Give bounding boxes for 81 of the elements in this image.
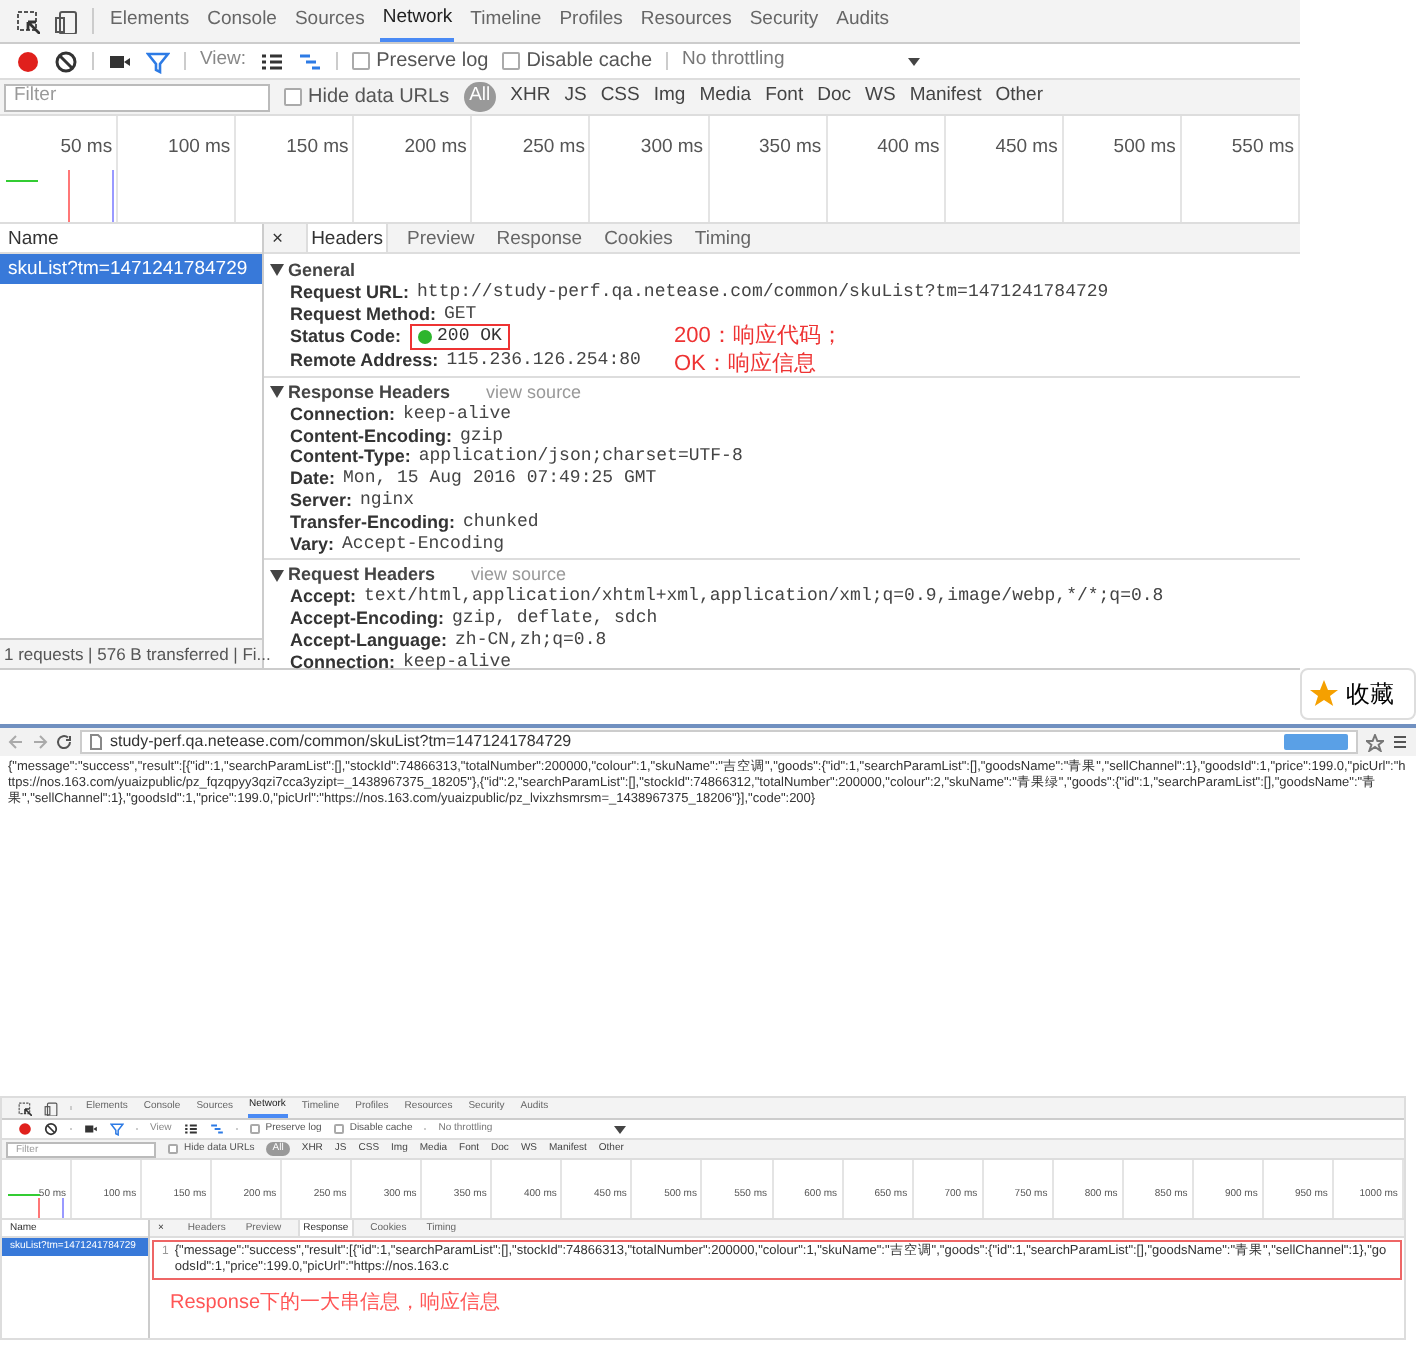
header-value: keep-alive (403, 651, 512, 673)
header-name: Accept: (290, 586, 357, 608)
header-name: Connection: (290, 651, 395, 673)
view-label: View: (200, 46, 247, 75)
header-value: keep-alive (403, 403, 512, 426)
timeline-tick: 550 ms (1231, 136, 1295, 158)
header-name: Accept-Encoding: (290, 607, 445, 630)
detail-tab[interactable]: Response (492, 224, 587, 252)
header-name: Date: (290, 468, 336, 490)
header-name: Vary: (290, 533, 335, 555)
filter-input[interactable]: Filter (4, 83, 270, 111)
header-value: gzip (459, 425, 504, 447)
panel-tab[interactable]: Elements (108, 0, 192, 42)
panel-tab[interactable]: Network (380, 0, 455, 42)
type-filter[interactable]: Font (765, 82, 804, 112)
header-name: Request Method: (290, 303, 436, 325)
timeline-tick: 450 ms (995, 136, 1058, 158)
checkbox-label[interactable]: Disable cache (526, 46, 653, 76)
panel-tab[interactable]: Console (205, 0, 279, 42)
panel-tab[interactable]: Timeline (468, 0, 544, 42)
header-name: Request URL: (290, 281, 410, 304)
type-filter[interactable]: WS (865, 82, 896, 112)
header-value: 200 OK (437, 326, 502, 349)
detail-tab[interactable]: Cookies (600, 224, 677, 252)
header-value: Mon, 15 Aug 2016 07:49:25 GMT (343, 468, 657, 490)
panel-tab[interactable]: Audits (834, 0, 892, 42)
timeline-tick: 300 ms (640, 136, 704, 158)
annotation-text: Response下的一大串信息，响应信息 (170, 1289, 503, 1318)
favorite-button[interactable]: 收藏 (1300, 668, 1416, 720)
timeline-tick: 100 ms (168, 136, 231, 158)
timeline-tick: 150 ms (286, 136, 349, 158)
header-value: 115.236.126.254:80 (446, 350, 641, 372)
type-filter[interactable]: XHR (510, 82, 551, 112)
panel-tab[interactable]: Security (747, 0, 821, 42)
checkbox-label[interactable]: Hide data URLs (308, 82, 450, 112)
detail-tab[interactable]: Timing (690, 224, 756, 252)
header-name: Remote Address: (290, 350, 439, 372)
header-name: Content-Type: (290, 446, 411, 469)
type-filter[interactable]: Img (653, 82, 686, 112)
checkbox-label[interactable]: Preserve log (376, 46, 489, 76)
header-name: Status Code: (290, 326, 402, 349)
header-value: GET (444, 303, 477, 325)
address-bar[interactable]: study-perf.qa.netease.com/common/skuList?tm=1471241784729 (80, 730, 1358, 754)
header-name: Accept-Language: (290, 629, 448, 652)
panel-tab[interactable]: Resources (638, 0, 734, 42)
section-toggle[interactable]: Response Headers (270, 381, 451, 404)
header-value: text/html,application/xhtml+xml,application/xml;q=0.9,image/webp,*/*;q=0.8 (364, 586, 1164, 608)
annotation-text: OK：响应信息 (674, 350, 818, 378)
type-filter[interactable]: Manifest (909, 82, 982, 112)
header-name: Content-Encoding: (290, 425, 452, 447)
header-value: Accept-Encoding (342, 533, 505, 555)
timeline-tick: 200 ms (404, 136, 467, 158)
panel-tab[interactable]: Profiles (557, 0, 625, 42)
type-filter[interactable]: JS (564, 82, 587, 112)
header-name: Transfer-Encoding: (290, 511, 456, 534)
annotation-text: 200：响应代码； (674, 322, 843, 350)
timeline-tick: 500 ms (1113, 136, 1176, 158)
timeline-tick: 50 ms (60, 136, 113, 158)
close-button[interactable]: × (264, 223, 292, 253)
detail-tab[interactable]: Preview (402, 224, 479, 252)
type-filter[interactable]: Media (699, 82, 752, 112)
throttling-dropdown[interactable]: No throttling (682, 46, 923, 76)
detail-tab[interactable]: Headers (305, 224, 389, 252)
timeline-tick: 400 ms (877, 136, 940, 158)
header-value: gzip, deflate, sdch (452, 607, 658, 630)
request-row[interactable]: skuList?tm=1471241784729 (0, 254, 262, 284)
section-toggle[interactable]: General (270, 260, 356, 282)
timeline-tick: 250 ms (522, 136, 585, 158)
header-value: chunked (463, 511, 539, 534)
type-filter[interactable]: Doc (817, 82, 851, 112)
header-value: http://study-perf.qa.netease.com/common/skuList?tm=1471241784729 (417, 281, 1109, 304)
type-filter[interactable]: Other (995, 82, 1043, 112)
header-value: application/json;charset=UTF-8 (418, 446, 743, 469)
header-name: Server: (290, 489, 353, 512)
panel-tab[interactable]: Sources (292, 0, 367, 42)
header-value: zh-CN,zh;q=0.8 (455, 629, 607, 652)
type-filter[interactable]: CSS (600, 82, 640, 112)
timeline-tick: 350 ms (759, 136, 822, 158)
header-name: Connection: (290, 403, 395, 426)
section-toggle[interactable]: Request Headers (270, 564, 436, 587)
header-value: nginx (360, 489, 415, 512)
